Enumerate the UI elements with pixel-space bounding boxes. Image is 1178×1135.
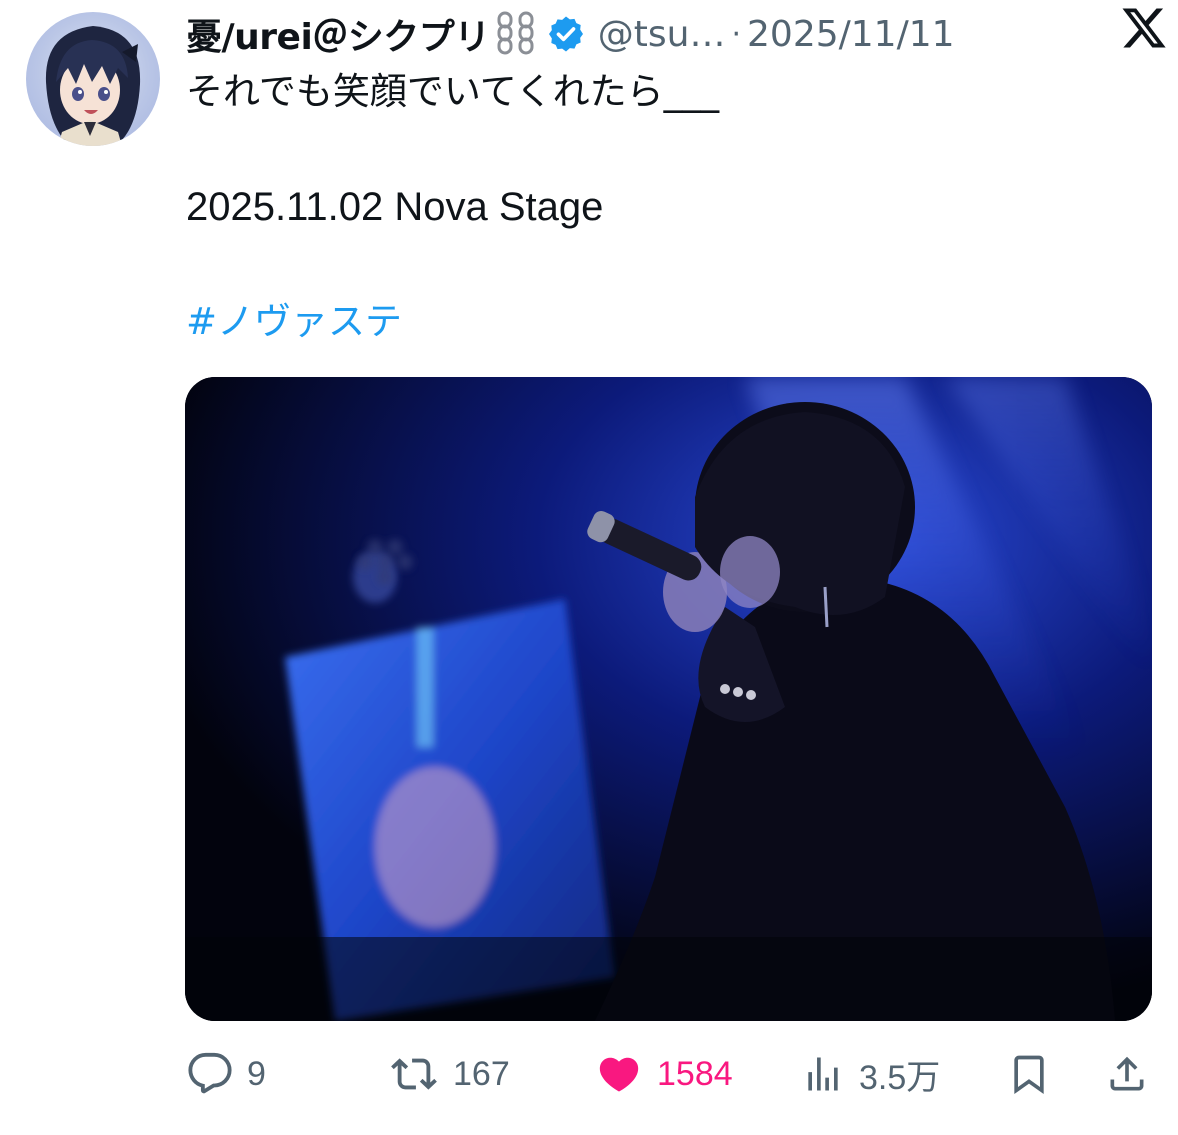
views-icon — [801, 1052, 845, 1096]
like-button[interactable]: 1584 — [595, 1044, 733, 1104]
tweet-text-line-2: 2025.11.02 Nova Stage — [186, 185, 604, 229]
tweet-actions: 9 167 1584 3.5万 — [185, 1044, 1152, 1104]
reply-button[interactable]: 9 — [187, 1044, 266, 1104]
reply-icon — [187, 1051, 233, 1097]
bookmark-icon — [1007, 1051, 1051, 1097]
x-logo-icon[interactable] — [1120, 4, 1168, 52]
like-icon — [595, 1051, 643, 1097]
display-name[interactable]: 憂/urei＠シクプリ — [186, 8, 490, 60]
retweet-button[interactable]: 167 — [389, 1044, 510, 1104]
separator-dot: · — [731, 16, 742, 52]
handle[interactable]: @tsu… — [598, 14, 726, 55]
retweet-icon — [389, 1051, 439, 1097]
hashtag-link[interactable]: #ノヴァステ — [186, 298, 402, 346]
tweet-photo[interactable] — [185, 377, 1152, 1021]
avatar[interactable] — [26, 12, 160, 146]
views-count: 3.5万 — [859, 1058, 941, 1097]
chain-icon — [496, 11, 536, 57]
tweet: 憂/urei＠シクプリ @tsu… · 2025/11/11 それでも笑顔でいて… — [0, 0, 1178, 1135]
tweet-header: 憂/urei＠シクプリ @tsu… · 2025/11/11 — [186, 6, 1158, 62]
tweet-text-line-1: それでも笑顔でいてくれたら___ — [186, 70, 720, 113]
share-icon — [1105, 1051, 1149, 1097]
tweet-date[interactable]: 2025/11/11 — [747, 14, 955, 55]
share-button[interactable] — [1105, 1044, 1149, 1104]
views-button[interactable]: 3.5万 — [801, 1044, 940, 1104]
reply-count: 9 — [247, 1054, 266, 1093]
like-count: 1584 — [657, 1054, 733, 1093]
bookmark-button[interactable] — [1007, 1044, 1051, 1104]
verified-badge-icon[interactable] — [546, 14, 586, 54]
retweet-count: 167 — [453, 1054, 510, 1093]
